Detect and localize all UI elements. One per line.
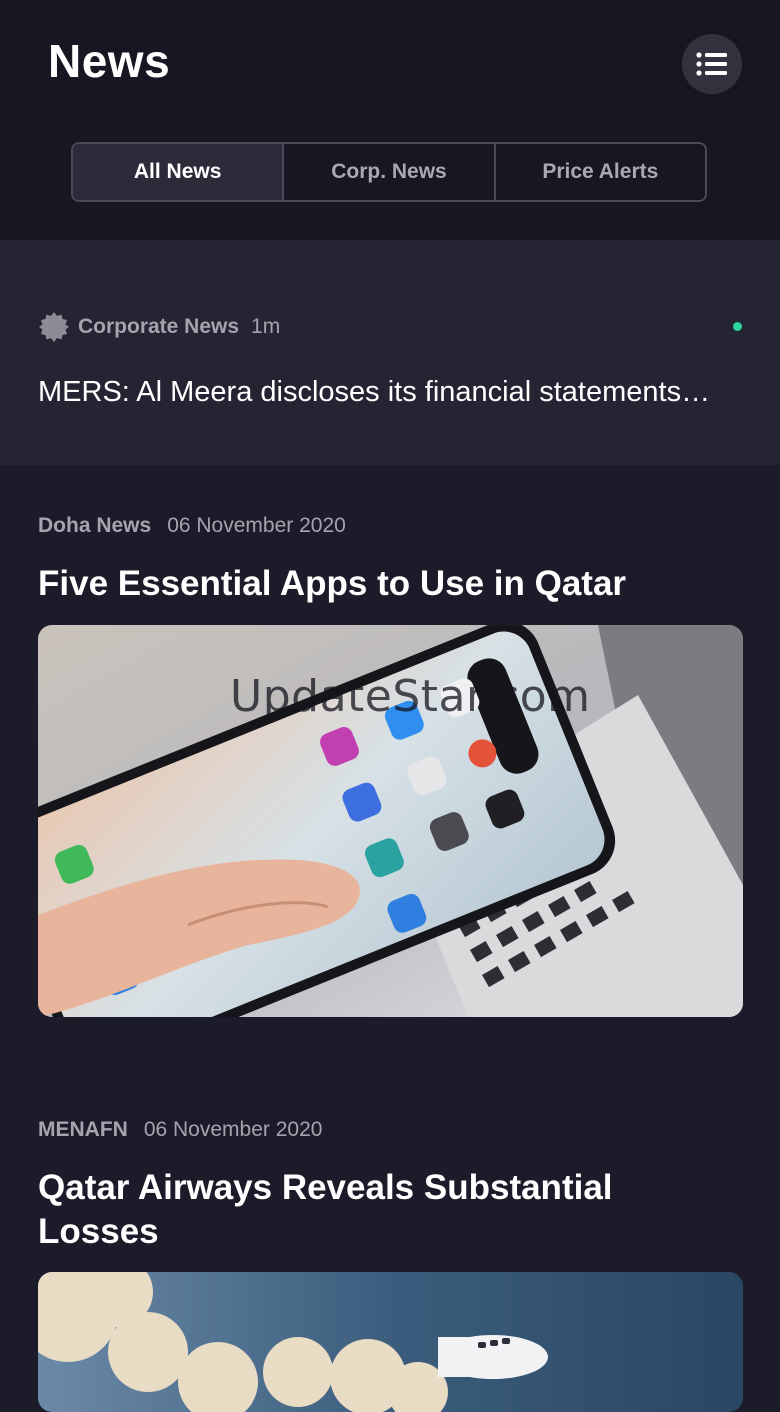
alert-headline[interactable]: MERS: Al Meera discloses its financial s… bbox=[38, 376, 748, 409]
unread-indicator bbox=[733, 322, 742, 331]
corporate-news-card[interactable] bbox=[0, 240, 780, 465]
app-header: News All News Corp. News Price Alerts bbox=[0, 0, 780, 240]
article-title[interactable]: Five Essential Apps to Use in Qatar bbox=[38, 562, 738, 606]
alert-time: 1m bbox=[251, 315, 281, 338]
article-source: Doha News bbox=[38, 514, 152, 537]
badge-icon bbox=[39, 312, 69, 342]
alert-source: Corporate News bbox=[78, 315, 240, 338]
article-image[interactable]: UpdateStar.com bbox=[38, 625, 743, 1017]
article-meta: MENAFN 06 November 2020 bbox=[38, 1118, 322, 1142]
smartphone-apps-photo: UpdateStar.com bbox=[38, 625, 743, 1017]
alert-meta: Corporate News 1m bbox=[38, 310, 280, 344]
airplane-clouds-photo bbox=[38, 1272, 743, 1412]
watermark-text: UpdateStar.com bbox=[230, 671, 591, 722]
article-image[interactable] bbox=[38, 1272, 743, 1412]
menu-button[interactable] bbox=[682, 34, 742, 94]
article-title[interactable]: Qatar Airways Reveals Substantial Losses bbox=[38, 1166, 738, 1254]
article-date: 06 November 2020 bbox=[167, 514, 346, 537]
tab-all-news[interactable]: All News bbox=[73, 144, 285, 200]
tab-price-alerts[interactable]: Price Alerts bbox=[496, 144, 705, 200]
tab-corp-news[interactable]: Corp. News bbox=[284, 144, 496, 200]
page-title: News bbox=[48, 35, 171, 87]
article-meta: Doha News 06 November 2020 bbox=[38, 514, 346, 538]
article-source: MENAFN bbox=[38, 1118, 128, 1141]
news-tabs: All News Corp. News Price Alerts bbox=[71, 142, 707, 202]
article-date: 06 November 2020 bbox=[143, 1118, 323, 1141]
list-icon bbox=[696, 52, 727, 76]
